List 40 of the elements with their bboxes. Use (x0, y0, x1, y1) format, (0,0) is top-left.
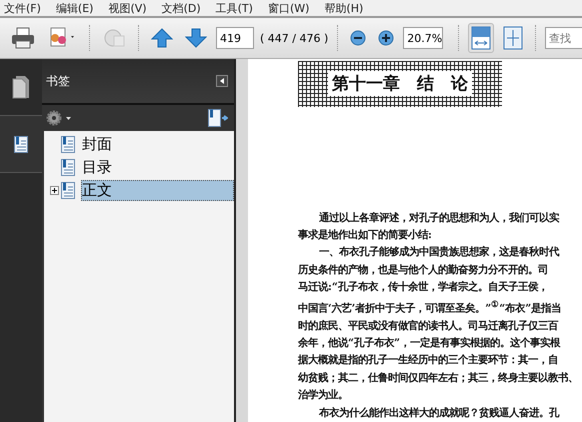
menu-item[interactable]: 文件(F) (0, 0, 46, 16)
text-line: 一、布衣孔子能够成为中国贵族思想家，这是春秋时代 (318, 245, 560, 260)
bookmark-icon (61, 182, 75, 199)
text-line: 据大概就是指的孔子一生经历中的三个主要环节：其一，自 (298, 352, 559, 368)
gear-icon[interactable] (46, 110, 72, 126)
bookmark-add-icon[interactable] (208, 109, 228, 127)
menu-item[interactable]: 编辑(E) (52, 0, 98, 16)
zoom-field[interactable]: 20.7% (403, 27, 444, 49)
text-line: 时的庶民、平民或没有做官的读书人。司马迁离孔子仅三百 (298, 318, 560, 334)
collapse-button[interactable] (216, 75, 228, 87)
text-line: 事求是地作出如下的简要小结: (298, 228, 433, 244)
text-line: 通过以上各章评述，对孔子的思想和为人，我们可以实 (318, 210, 560, 226)
text-line: 中国言‘六艺’者折中于夫子，可谓至圣矣。”$^{①}$“布衣”是指当 (298, 298, 562, 316)
text-line: 治学为业。 (298, 388, 349, 404)
document-icon (11, 75, 31, 99)
menu-item[interactable]: 帮助(H) (320, 0, 368, 16)
text-line: 幼贫贱；其二，仕鲁时间仅四年左右；其三，终身主要以教书、 (298, 370, 570, 386)
chapter-heading: 第十一章 结 论 (328, 71, 472, 96)
triangle-icon (220, 78, 224, 84)
text-line: 马迁说:“孔子布衣，传十余世，学者宗之。自天子王侯， (298, 280, 549, 296)
text-line: 历史条件的产物，也是与他个人的勤奋努力分不开的。司 (298, 262, 549, 278)
bookmarks-tab[interactable] (0, 116, 42, 173)
bookmark-icon (61, 136, 75, 153)
bookmark-icon (14, 136, 28, 152)
search-field[interactable]: 查找 (545, 27, 582, 49)
page-number-field[interactable]: 419 (216, 27, 254, 49)
fit-width-button[interactable] (468, 23, 494, 53)
text-line: 余年，他说“孔子布衣”，一定是有事实根据的。这个事实根 (298, 336, 562, 351)
menu-item[interactable]: 窗口(W) (264, 0, 314, 16)
panel-title: 书签 (46, 72, 70, 90)
bookmark-item[interactable]: 封面 (81, 134, 234, 155)
menu-item[interactable]: 工具(T) (212, 0, 258, 16)
menu-item[interactable]: 文档(D) (158, 0, 206, 16)
bookmark-item[interactable]: 正文 (81, 180, 234, 201)
page-count: ( 447 / 476 ) (260, 32, 328, 44)
menu-item[interactable]: 视图(V) (104, 0, 152, 16)
text-line: 布衣为什么能作出这样大的成就呢？贫贱逼人奋进。孔 (318, 406, 560, 421)
bookmark-item[interactable]: 目录 (81, 157, 234, 178)
bookmark-icon (61, 159, 75, 176)
expand-button[interactable] (50, 186, 59, 195)
